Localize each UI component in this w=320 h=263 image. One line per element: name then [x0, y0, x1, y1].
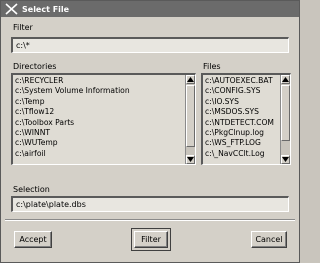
file-item[interactable]: c:\IO.SYS [205, 97, 278, 107]
arrow-up-icon [282, 75, 289, 84]
x-window-icon [3, 2, 19, 16]
filter-label: Filter [13, 23, 33, 32]
file-item[interactable]: c:\PkgClnup.log [205, 128, 278, 138]
files-scrollbar[interactable] [280, 75, 290, 164]
separator [5, 219, 295, 221]
filter-input[interactable]: c:\* [11, 37, 289, 53]
files-rows: c:\AUTOEXEC.BAT c:\CONFIG.SYS c:\IO.SYS c:\… [205, 76, 278, 159]
filter-button[interactable]: Filter [134, 231, 168, 248]
file-item[interactable]: c:\CONFIG.SYS [205, 86, 278, 96]
directory-item[interactable]: c:\Temp [15, 97, 183, 107]
file-item[interactable]: c:\AUTOEXEC.BAT [205, 76, 278, 86]
selection-label: Selection [13, 185, 50, 194]
directory-item[interactable]: c:\WINNT [15, 128, 183, 138]
arrow-up-icon [187, 75, 194, 84]
accept-button[interactable]: Accept [14, 231, 52, 248]
directory-item[interactable]: c:\RECYCLER [15, 76, 183, 86]
selection-input[interactable]: c:\plate\plate.dbs [11, 196, 289, 212]
file-item[interactable]: c:\_NavCClt.Log [205, 149, 278, 159]
scroll-up-button[interactable] [281, 75, 290, 84]
arrow-down-icon [187, 155, 194, 164]
files-list[interactable]: c:\AUTOEXEC.BAT c:\CONFIG.SYS c:\IO.SYS c:\… [201, 73, 291, 165]
directory-item[interactable]: c:\System Volume Information [15, 86, 183, 96]
title-bar[interactable]: Select File [1, 1, 299, 17]
window-title: Select File [22, 4, 70, 14]
directories-rows: c:\RECYCLER c:\System Volume Information c… [15, 76, 183, 159]
arrow-down-icon [282, 155, 289, 164]
cancel-button[interactable]: Cancel [251, 231, 287, 248]
file-item[interactable]: c:\WS_FTP.LOG [205, 138, 278, 148]
directory-item[interactable]: c:\WUTemp [15, 138, 183, 148]
directories-scroll-thumb[interactable] [186, 85, 195, 147]
files-scroll-thumb[interactable] [281, 85, 290, 141]
file-item[interactable]: c:\NTDETECT.COM [205, 118, 278, 128]
directory-item[interactable]: c:\airfoil [15, 149, 183, 159]
directory-item[interactable]: c:\Tflow12 [15, 107, 183, 117]
scroll-down-button[interactable] [281, 155, 290, 164]
scroll-down-button[interactable] [186, 155, 195, 164]
files-label: Files [203, 62, 221, 71]
file-item[interactable]: c:\MSDOS.SYS [205, 107, 278, 117]
directory-item[interactable]: c:\Toolbox Parts [15, 118, 183, 128]
directories-label: Directories [13, 62, 57, 71]
scroll-up-button[interactable] [186, 75, 195, 84]
directories-list[interactable]: c:\RECYCLER c:\System Volume Information c… [11, 73, 196, 165]
directories-scrollbar[interactable] [185, 75, 195, 164]
select-file-dialog: Select File Filter c:\* Directories File… [0, 0, 300, 263]
